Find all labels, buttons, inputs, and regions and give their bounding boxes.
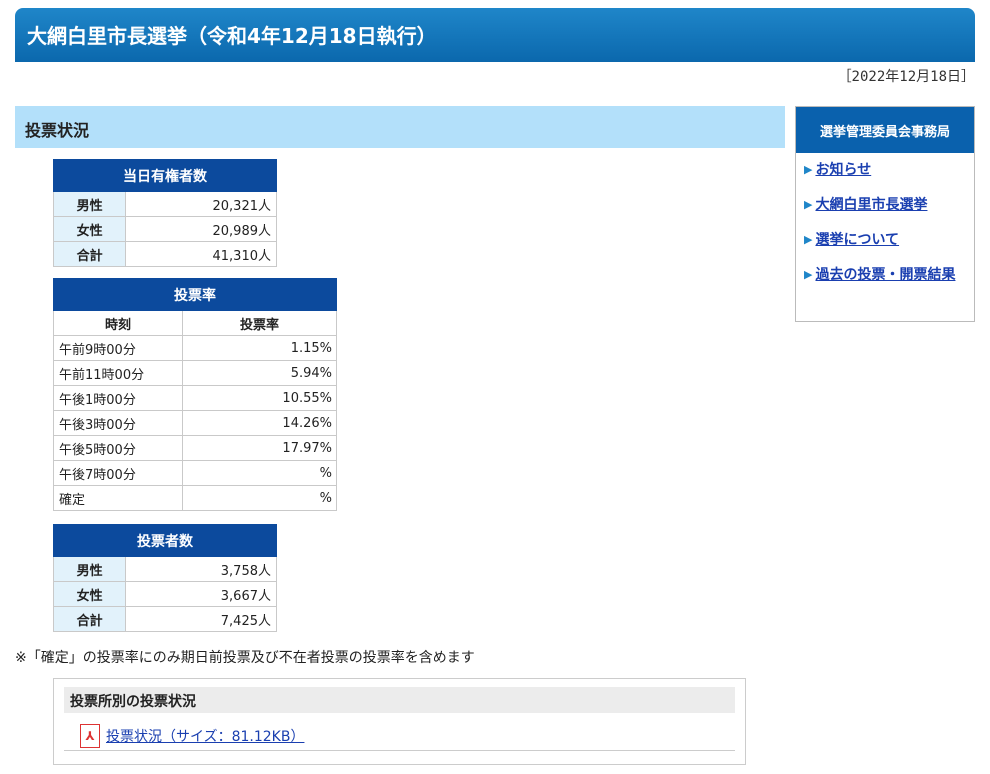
row-value: 7,425人: [125, 606, 277, 632]
rate-table-caption: 投票率: [53, 278, 337, 311]
table-row: 男性 20,321人: [52, 191, 277, 217]
row-label: 男性: [52, 556, 127, 582]
time-cell: 午後5時00分: [53, 435, 183, 461]
row-value: 41,310人: [125, 241, 277, 267]
date-label: ［2022年12月18日］: [837, 69, 975, 85]
rate-cell: 10.55%: [182, 385, 337, 411]
time-cell: 午後7時00分: [53, 460, 183, 486]
table-header-row: 時刻 投票率: [53, 310, 337, 336]
triangle-right-icon: ▶: [804, 233, 813, 246]
sidebar-link[interactable]: 過去の投票・開票結果: [815, 264, 955, 286]
sidebar-item-about: ▶ 選挙について: [804, 229, 974, 251]
sidebar-item-past-results: ▶ 過去の投票・開票結果: [804, 264, 974, 286]
triangle-right-icon: ▶: [804, 198, 813, 211]
table-row: 午後3時00分 14.26%: [53, 410, 337, 436]
row-label: 女性: [52, 581, 127, 607]
table-row: 午後5時00分 17.97%: [53, 435, 337, 461]
rate-cell: 5.94%: [182, 360, 337, 386]
triangle-right-icon: ▶: [804, 268, 813, 281]
time-cell: 午前11時00分: [53, 360, 183, 386]
time-cell: 確定: [53, 485, 183, 511]
time-cell: 午後1時00分: [53, 385, 183, 411]
time-cell: 午後3時00分: [53, 410, 183, 436]
row-value: 20,321人: [125, 191, 277, 217]
pdf-icon: ⅄: [80, 723, 100, 748]
rate-cell: 1.15%: [182, 335, 337, 361]
table-row: 確定%: [53, 485, 337, 511]
rate-table: 投票率 時刻 投票率 午前9時00分 1.15% 午前11時00分 5.94% 午後…: [53, 278, 337, 511]
rate-cell: %: [182, 485, 337, 511]
sidebar: 選挙管理委員会事務局 ▶ お知らせ ▶ 大網白里市長選挙 ▶ 選挙について ▶ 過去の投…: [795, 106, 975, 322]
row-value: 3,758人: [125, 556, 277, 582]
footnote: ※「確定」の投票率にのみ期日前投票及び不在者投票の投票率を含めます: [15, 650, 475, 666]
table-row: 午後7時00分%: [53, 460, 337, 486]
triangle-right-icon: ▶: [804, 163, 813, 176]
table-row: 女性 20,989人: [52, 216, 277, 242]
row-label: 男性: [52, 191, 127, 217]
rate-cell: 14.26%: [182, 410, 337, 436]
table-row: 男性 3,758人: [52, 556, 277, 582]
table-row: 午前9時00分 1.15%: [53, 335, 337, 361]
sidebar-item-election: ▶ 大網白里市長選挙: [804, 194, 974, 216]
page-title: 大網白里市長選挙（令和4年12月18日執行）: [15, 8, 975, 62]
column-header-time: 時刻: [53, 310, 183, 336]
section-heading: 投票状況: [15, 106, 785, 148]
time-cell: 午前9時00分: [53, 335, 183, 361]
sidebar-link[interactable]: 選挙について: [815, 229, 899, 251]
sidebar-link[interactable]: お知らせ: [815, 159, 871, 181]
row-label: 女性: [52, 216, 127, 242]
table-row: 午前11時00分 5.94%: [53, 360, 337, 386]
turnout-table-caption: 投票者数: [53, 524, 277, 557]
table-row: 合計 41,310人: [52, 241, 277, 267]
rate-cell: 17.97%: [182, 435, 337, 461]
sidebar-item-news: ▶ お知らせ: [804, 159, 974, 181]
row-value: 3,667人: [125, 581, 277, 607]
table-row: 合計 7,425人: [52, 606, 277, 632]
row-label: 合計: [52, 606, 127, 632]
pdf-link-row: ⅄ 投票状況（サイズ：81.12KB）: [64, 721, 735, 751]
sidebar-link[interactable]: 大網白里市長選挙: [815, 194, 927, 216]
box-title: 投票所別の投票状況: [64, 687, 735, 713]
pdf-link[interactable]: 投票状況（サイズ：81.12KB）: [106, 726, 304, 746]
voters-table-caption: 当日有権者数: [53, 159, 277, 192]
column-header-rate: 投票率: [182, 310, 337, 336]
table-row: 女性 3,667人: [52, 581, 277, 607]
row-label: 合計: [52, 241, 127, 267]
table-row: 午後1時00分 10.55%: [53, 385, 337, 411]
row-value: 20,989人: [125, 216, 277, 242]
rate-cell: %: [182, 460, 337, 486]
polling-station-box: 投票所別の投票状況 ⅄ 投票状況（サイズ：81.12KB）: [53, 678, 746, 765]
voters-table: 当日有権者数 男性 20,321人 女性 20,989人 合計 41,310人: [52, 159, 277, 267]
sidebar-title: 選挙管理委員会事務局: [796, 107, 974, 153]
turnout-table: 投票者数 男性 3,758人 女性 3,667人 合計 7,425人: [52, 524, 277, 632]
